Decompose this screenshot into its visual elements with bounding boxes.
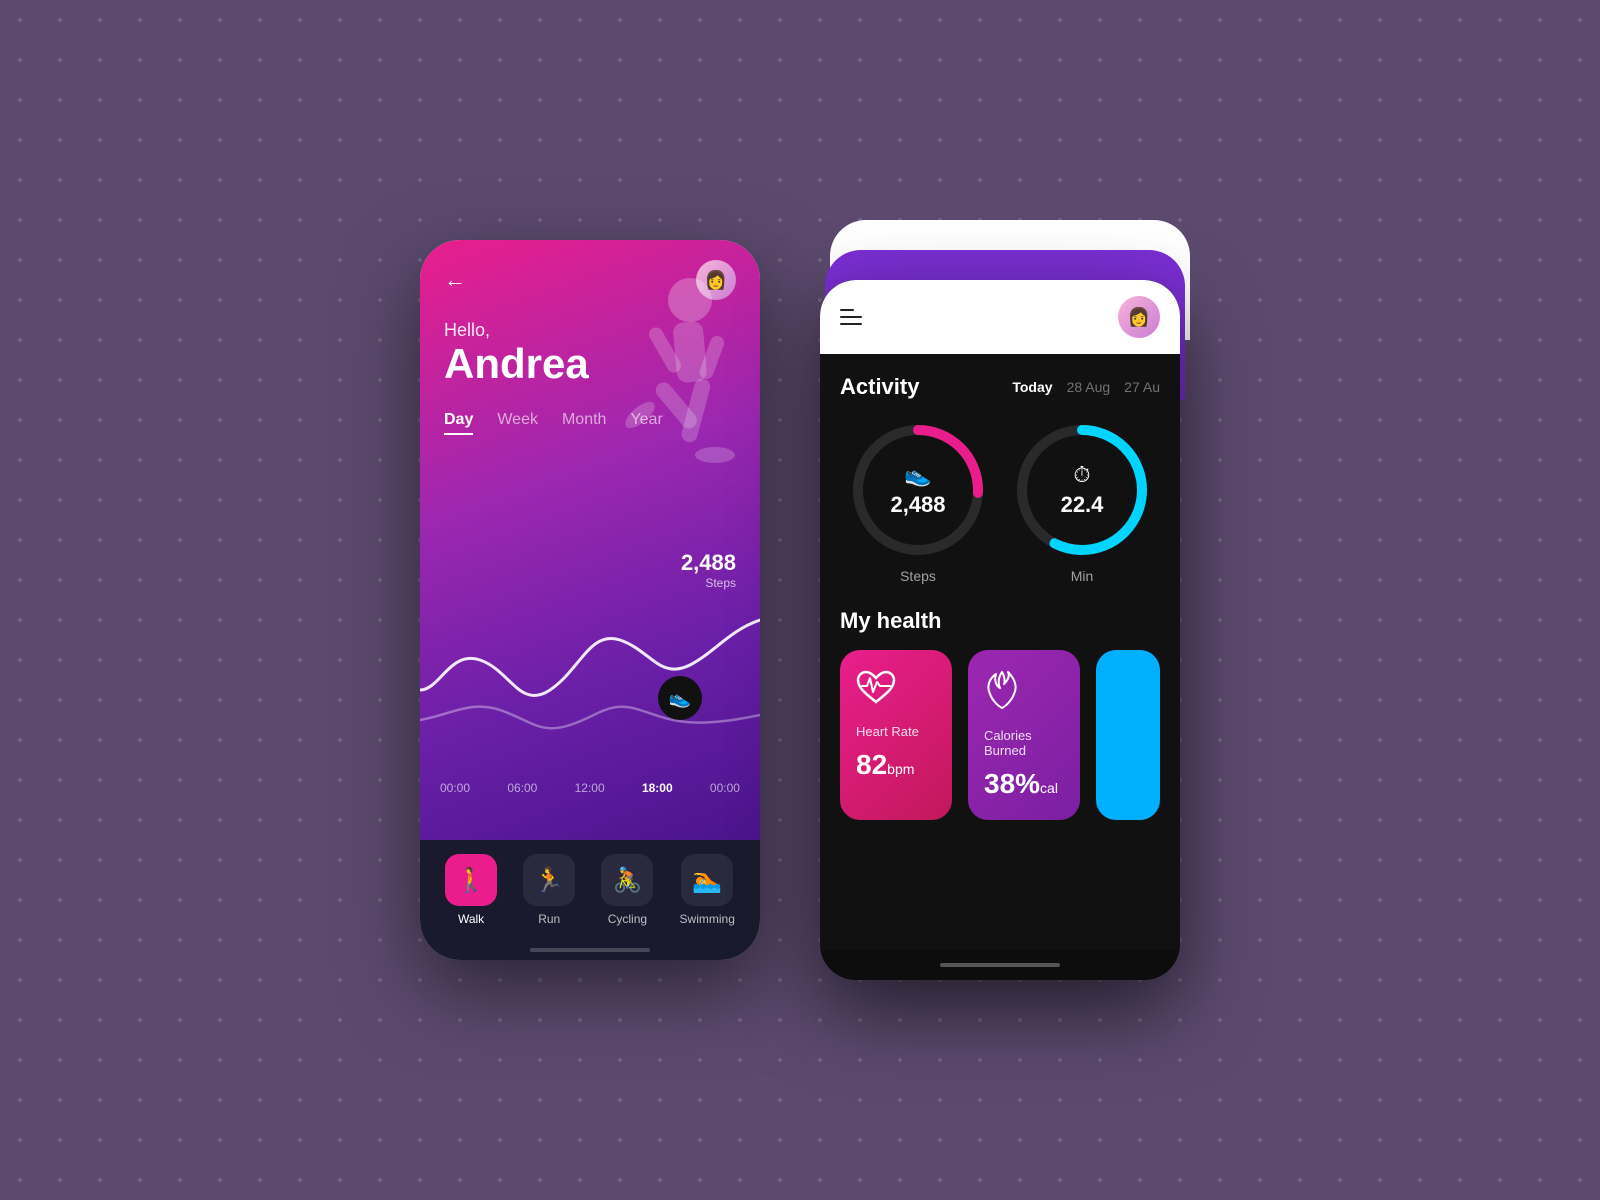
tab-week[interactable]: Week [497,411,538,435]
cycling-icon: 🚴 [601,854,653,906]
steps-caption: Steps [900,568,936,584]
right-phone-content: Activity Today 28 Aug 27 Au [820,354,1180,950]
tab-month[interactable]: Month [562,411,606,435]
walk-icon: 🚶 [445,854,497,906]
time-label-2: 12:00 [575,781,605,795]
nav-label-run: Run [538,912,560,926]
calories-label: Calories Burned [984,728,1064,758]
time-label-1: 06:00 [507,781,537,795]
wave-chart [420,570,760,770]
heart-rate-card: Heart Rate 82bpm [840,650,952,820]
time-label-3: 18:00 [642,781,673,795]
activity-title: Activity [840,374,919,400]
calories-icon [984,670,1020,718]
phones-container: ← 👩 Hello, Andrea Day Week Month Year 2,… [420,220,1180,980]
home-indicator-left [420,940,760,960]
time-label-4: 00:00 [710,781,740,795]
calories-card: Calories Burned 38%cal [968,650,1080,820]
back-arrow-icon[interactable]: ← [444,267,466,293]
min-circle-value: 22.4 [1061,492,1104,518]
tab-today[interactable]: Today [1012,379,1052,395]
tab-28aug[interactable]: 28 Aug [1067,379,1111,395]
steps-counter: 2,488 Steps [681,550,736,590]
left-phone: ← 👩 Hello, Andrea Day Week Month Year 2,… [420,240,760,960]
tab-27aug[interactable]: 27 Au [1124,379,1160,395]
min-circle-stat: ⏱ 22.4 Min [1012,420,1152,584]
nav-label-cycling: Cycling [608,912,647,926]
steps-circle-inner: 👟 2,488 [848,420,988,560]
menu-icon[interactable] [840,309,862,325]
shoe-marker: 👟 [658,676,702,720]
activity-tabs: Today 28 Aug 27 Au [1012,379,1160,395]
time-labels: 00:00 06:00 12:00 18:00 00:00 [420,781,760,795]
heart-rate-unit: bpm [887,761,914,777]
min-circle-inner: ⏱ 22.4 [1012,420,1152,560]
swimming-icon: 🏊 [681,854,733,906]
time-tabs: Day Week Month Year [420,387,760,443]
min-caption: Min [1071,568,1094,584]
right-phone-container: 👩 Activity Today 28 Aug 27 Au [820,220,1180,980]
steps-label: Steps [681,576,736,590]
steps-number: 2,488 [681,550,736,576]
bottom-nav: 🚶 Walk 🏃 Run 🚴 Cycling 🏊 Swimming [420,840,760,940]
calories-value: 38%cal [984,768,1058,800]
blue-card [1096,650,1160,820]
health-title: My health [840,608,1160,634]
tab-day[interactable]: Day [444,411,473,435]
heart-rate-icon [856,670,896,714]
left-phone-screen: ← 👩 Hello, Andrea Day Week Month Year 2,… [420,240,760,840]
health-section: My health Heart Rate [840,608,1160,820]
steps-circle-value: 2,488 [890,492,945,518]
health-cards: Heart Rate 82bpm [840,650,1160,820]
min-circle: ⏱ 22.4 [1012,420,1152,560]
home-indicator [820,950,1180,980]
heart-rate-value: 82bpm [856,749,914,781]
time-label-0: 00:00 [440,781,470,795]
home-bar-left [530,948,650,952]
nav-item-walk[interactable]: 🚶 Walk [445,854,497,926]
nav-item-swimming[interactable]: 🏊 Swimming [680,854,735,926]
tab-year[interactable]: Year [630,411,662,435]
nav-item-run[interactable]: 🏃 Run [523,854,575,926]
run-icon: 🏃 [523,854,575,906]
home-bar [940,963,1060,967]
circles-row: 👟 2,488 Steps [840,420,1160,584]
right-phone-header: 👩 [820,280,1180,354]
avatar-right: 👩 [1118,296,1160,338]
greeting-hello: Hello, [444,320,736,341]
heart-rate-label: Heart Rate [856,724,919,739]
nav-item-cycling[interactable]: 🚴 Cycling [601,854,653,926]
calories-unit: cal [1040,780,1058,796]
shoe-icon: 👟 [904,462,931,488]
steps-circle: 👟 2,488 [848,420,988,560]
right-phone: 👩 Activity Today 28 Aug 27 Au [820,280,1180,980]
activity-header: Activity Today 28 Aug 27 Au [840,374,1160,400]
stopwatch-icon: ⏱ [1073,462,1090,488]
nav-label-swimming: Swimming [680,912,735,926]
nav-label-walk: Walk [458,912,484,926]
steps-circle-stat: 👟 2,488 Steps [848,420,988,584]
